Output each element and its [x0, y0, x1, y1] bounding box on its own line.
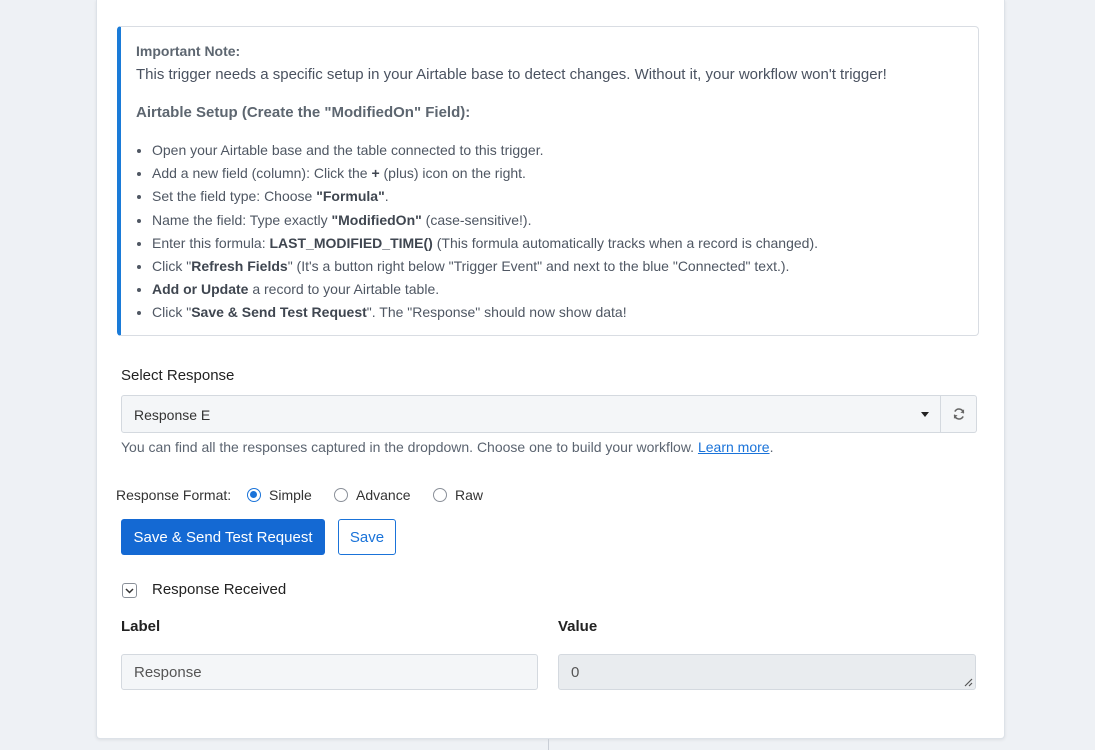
response-label-field[interactable]: Response [121, 654, 538, 690]
airtable-setup-heading: Airtable Setup (Create the "ModifiedOn" … [136, 104, 471, 121]
response-value-field[interactable]: 0 [558, 654, 976, 690]
setup-step: Name the field: Type exactly "ModifiedOn… [152, 209, 818, 232]
learn-more-link[interactable]: Learn more [698, 439, 770, 455]
format-advance-radio[interactable]: Advance [334, 487, 410, 503]
save-button[interactable]: Save [338, 519, 396, 555]
note-title: Important Note: [136, 43, 241, 59]
refresh-icon [953, 408, 964, 420]
label-column-header: Label [121, 618, 161, 635]
save-send-test-request-button[interactable]: Save & Send Test Request [121, 519, 325, 555]
response-received-title: Response Received [152, 581, 287, 598]
divider [548, 739, 549, 750]
format-raw-radio[interactable]: Raw [433, 487, 483, 503]
select-response-help: You can find all the responses captured … [121, 439, 774, 455]
setup-step: Set the field type: Choose "Formula". [152, 185, 818, 208]
setup-step: Open your Airtable base and the table co… [152, 139, 818, 162]
setup-step: Click "Refresh Fields" (It's a button ri… [152, 255, 818, 278]
resize-handle-icon[interactable] [963, 677, 973, 687]
setup-steps-list: Open your Airtable base and the table co… [136, 139, 818, 325]
setup-step: Add a new field (column): Click the + (p… [152, 162, 818, 185]
setup-step: Enter this formula: LAST_MODIFIED_TIME()… [152, 232, 818, 255]
response-select-value: Response E [134, 407, 211, 423]
note-text: This trigger needs a specific setup in y… [136, 66, 887, 83]
response-received-toggle[interactable] [122, 583, 137, 598]
radio-checked-icon [247, 488, 261, 502]
setup-card: Important Note: This trigger needs a spe… [96, 0, 1005, 739]
radio-unchecked-icon [433, 488, 447, 502]
caret-down-icon [921, 412, 929, 417]
chevron-down-icon [125, 587, 134, 594]
select-response-label: Select Response [121, 367, 235, 384]
radio-unchecked-icon [334, 488, 348, 502]
setup-step: Add or Update a record to your Airtable … [152, 278, 818, 301]
value-column-header: Value [558, 618, 598, 635]
setup-step: Click "Save & Send Test Request". The "R… [152, 301, 818, 324]
refresh-responses-button[interactable] [941, 395, 977, 433]
format-simple-radio[interactable]: Simple [247, 487, 312, 503]
response-format-label: Response Format: [116, 487, 232, 503]
response-select[interactable]: Response E [121, 395, 941, 433]
important-note-box: Important Note: This trigger needs a spe… [117, 26, 979, 336]
